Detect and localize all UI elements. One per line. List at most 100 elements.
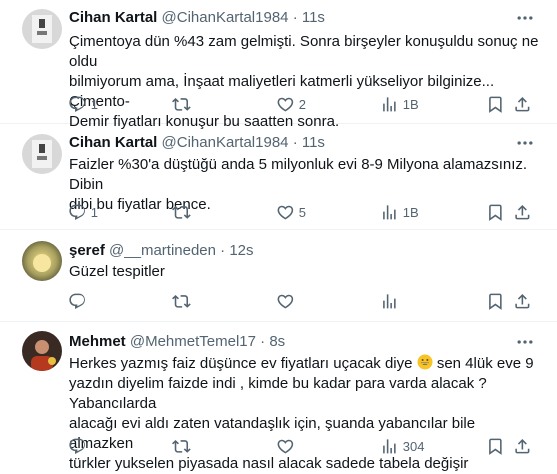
reply-icon	[69, 204, 85, 220]
like-button[interactable]	[276, 291, 299, 311]
tweet-header: şeref @__martineden · 12s	[69, 241, 254, 261]
share-button[interactable]	[513, 436, 532, 456]
share-icon	[515, 204, 530, 220]
avatar[interactable]	[22, 134, 62, 174]
views-count: 304	[402, 438, 425, 454]
reply-icon	[69, 96, 85, 112]
retweet-icon	[172, 205, 191, 219]
retweet-icon	[172, 439, 191, 453]
tweet-text: Çimentoya dün %43 zam gelmişti. Sonra bi…	[69, 32, 539, 132]
views-icon	[383, 293, 396, 309]
like-count: 2	[298, 96, 306, 112]
bookmark-button[interactable]	[486, 94, 505, 114]
retweet-icon	[172, 97, 191, 111]
views-button[interactable]: 1B	[380, 94, 419, 114]
like-icon	[277, 294, 294, 309]
tweet-header: Cihan Kartal @CihanKartal1984 · 11s	[69, 133, 325, 153]
like-button[interactable]	[276, 436, 299, 456]
tweet-text-line: Faizler %30'a düştüğü anda 5 milyonluk e…	[69, 156, 528, 193]
like-button[interactable]: 2	[276, 94, 306, 114]
reply-count: 1	[90, 96, 98, 112]
reply-button[interactable]: 1	[68, 202, 98, 222]
retweet-button[interactable]	[172, 291, 195, 311]
tweet[interactable]: şeref @__martineden · 12s Güzel tespitle…	[0, 230, 557, 322]
timestamp[interactable]: 11s	[302, 9, 325, 26]
more-icon[interactable]	[515, 133, 535, 153]
author-handle[interactable]: @CihanKartal1984	[162, 9, 289, 26]
views-button[interactable]	[380, 291, 403, 311]
reply-button[interactable]	[68, 436, 91, 456]
retweet-button[interactable]	[172, 94, 195, 114]
tweet-text-line: yazdın diyelim faizde indi , kimde bu ka…	[69, 375, 487, 412]
separator-dot: ·	[292, 9, 298, 26]
reply-count: 1	[90, 204, 98, 220]
tweet[interactable]: Cihan Kartal @CihanKartal1984 · 11s Çime…	[0, 0, 557, 130]
bookmark-button[interactable]	[486, 291, 505, 311]
author-name[interactable]: Mehmet	[69, 333, 126, 350]
bookmark-button[interactable]	[486, 436, 505, 456]
retweet-button[interactable]	[172, 202, 195, 222]
author-handle[interactable]: @MehmetTemel17	[130, 333, 256, 350]
action-bar: 1 5 1B	[62, 202, 530, 222]
share-icon	[515, 293, 530, 309]
like-count: 5	[298, 204, 306, 220]
author-name[interactable]: Cihan Kartal	[69, 134, 157, 151]
separator-dot: ·	[220, 242, 226, 259]
tweet-text-line: Herkes yazmış faiz düşünce ev fiyatları …	[69, 354, 539, 374]
tweet[interactable]: Mehmet @MehmetTemel17 · 8s Herkes yazmış…	[0, 322, 557, 473]
views-count: 1B	[402, 96, 419, 112]
tweet-text-line: türkler yukselen piyasada nasıl alacak s…	[69, 455, 469, 472]
timestamp[interactable]: 8s	[269, 333, 285, 350]
views-button[interactable]: 304	[380, 436, 424, 456]
share-button[interactable]	[513, 291, 532, 311]
author-handle[interactable]: @CihanKartal1984	[162, 134, 289, 151]
share-button[interactable]	[513, 202, 532, 222]
views-button[interactable]: 1B	[380, 202, 419, 222]
more-icon[interactable]	[515, 8, 535, 28]
retweet-button[interactable]	[172, 436, 195, 456]
action-bar: 304	[62, 436, 530, 456]
tweet-text-part: sen 4lük eve 9	[432, 355, 534, 372]
tweet-text-part: Herkes yazmış faiz düşünce ev fiyatları …	[69, 355, 413, 372]
reply-button[interactable]: 1	[68, 94, 98, 114]
views-count: 1B	[402, 204, 419, 220]
like-button[interactable]: 5	[276, 202, 306, 222]
grinning-emoji	[417, 354, 433, 370]
tweet-text: Güzel tespitler	[69, 262, 539, 282]
timestamp[interactable]: 11s	[302, 134, 325, 151]
views-icon	[383, 438, 396, 454]
avatar[interactable]	[22, 9, 62, 49]
views-icon	[383, 204, 396, 220]
more-icon[interactable]	[515, 332, 535, 352]
reply-icon	[69, 293, 85, 309]
like-icon	[277, 205, 294, 220]
reply-button[interactable]	[68, 291, 91, 311]
like-icon	[277, 97, 294, 112]
avatar[interactable]	[22, 331, 62, 371]
bookmark-icon	[489, 438, 502, 455]
action-bar	[62, 291, 530, 311]
bookmark-icon	[489, 96, 502, 113]
bookmark-button[interactable]	[486, 202, 505, 222]
timestamp[interactable]: 12s	[229, 242, 253, 259]
tweet-header: Mehmet @MehmetTemel17 · 8s	[69, 332, 285, 352]
separator-dot: ·	[260, 333, 266, 350]
separator-dot: ·	[292, 134, 298, 151]
tweet-header: Cihan Kartal @CihanKartal1984 · 11s	[69, 8, 325, 28]
bookmark-icon	[489, 204, 502, 221]
share-icon	[515, 96, 530, 112]
reply-icon	[69, 438, 85, 454]
tweet-text: Herkes yazmış faiz düşünce ev fiyatları …	[69, 354, 539, 474]
like-icon	[277, 439, 294, 454]
author-handle[interactable]: @__martineden	[109, 242, 216, 259]
views-icon	[383, 96, 396, 112]
tweet-text-line: Güzel tespitler	[69, 263, 165, 280]
bookmark-icon	[489, 293, 502, 310]
tweet[interactable]: Cihan Kartal @CihanKartal1984 · 11s Faiz…	[0, 124, 557, 230]
avatar[interactable]	[22, 241, 62, 281]
share-button[interactable]	[513, 94, 532, 114]
author-name[interactable]: Cihan Kartal	[69, 9, 157, 26]
author-name[interactable]: şeref	[69, 242, 105, 259]
share-icon	[515, 438, 530, 454]
tweet-text-line: Çimentoya dün %43 zam gelmişti. Sonra bi…	[69, 33, 539, 70]
